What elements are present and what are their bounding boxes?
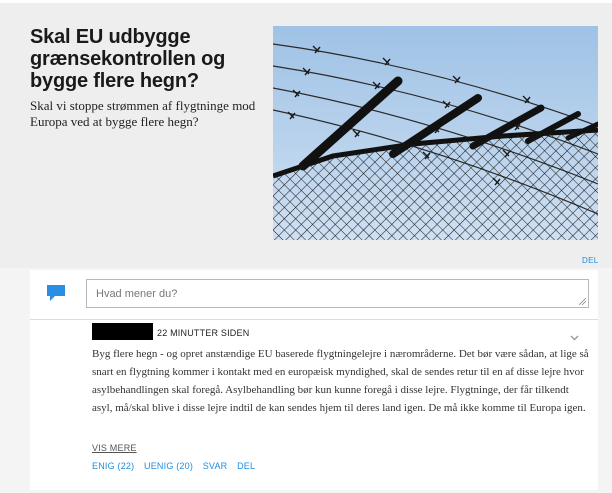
article-subheadline: Skal vi stoppe strømmen af flygtninge mo…	[30, 98, 256, 129]
fence-illustration	[273, 26, 598, 240]
comment-text: Byg flere hegn - og opret anstændige EU …	[92, 348, 589, 414]
disagree-button[interactable]: UENIG (20)	[144, 461, 193, 471]
redacted-username	[92, 323, 153, 340]
share-article-link[interactable]: DEL	[582, 256, 598, 265]
article-headline: Skal EU udbygge grænsekontrollen og bygg…	[30, 26, 226, 92]
divider	[30, 319, 598, 320]
chevron-down-icon[interactable]	[570, 328, 579, 346]
resize-handle-icon[interactable]	[579, 298, 586, 305]
top-edge	[0, 0, 612, 3]
comment-timestamp: 22 MINUTTER SIDEN	[157, 328, 250, 338]
reply-button[interactable]: SVAR	[203, 461, 228, 471]
agree-button[interactable]: ENIG (22)	[92, 461, 134, 471]
article-header: Skal EU udbygge grænsekontrollen og bygg…	[0, 0, 612, 268]
comment-actions: ENIG (22) UENIG (20) SVAR DEL	[92, 461, 262, 471]
show-more-link[interactable]: VIS MERE	[92, 443, 137, 453]
share-comment-button[interactable]: DEL	[237, 461, 255, 471]
comment-input-placeholder: Hvad mener du?	[96, 288, 178, 300]
speech-bubble-icon	[46, 284, 66, 307]
barbed-wire-fence-photo	[273, 26, 598, 240]
comments-section: Hvad mener du? 22 MINUTTER SIDEN Byg fle…	[30, 270, 598, 490]
comment-input[interactable]: Hvad mener du?	[86, 279, 589, 308]
